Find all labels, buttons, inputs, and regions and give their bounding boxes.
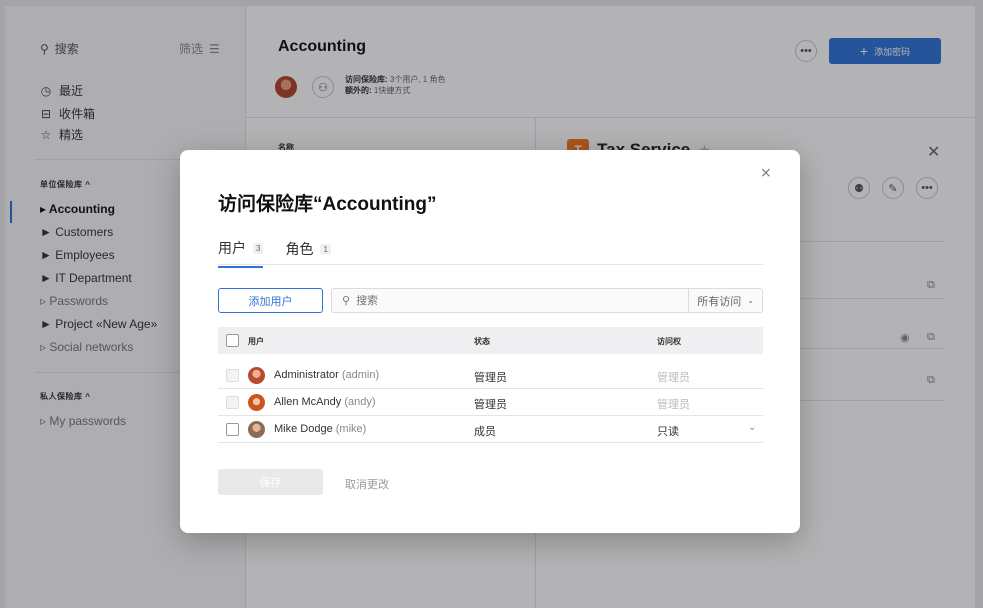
tab-roles-count: 1 xyxy=(320,243,331,255)
user-search-input[interactable] xyxy=(356,294,687,307)
users-table-header: 用户 状态 访问权 xyxy=(218,327,763,354)
user-status: 管理员 xyxy=(474,399,507,411)
user-name: Administrator xyxy=(274,369,339,381)
cancel-changes-button[interactable]: 取消更改 xyxy=(345,476,389,492)
column-user: 用户 xyxy=(248,337,264,346)
user-login: (andy) xyxy=(344,396,376,408)
row-checkbox[interactable] xyxy=(226,423,239,436)
avatar xyxy=(248,421,265,438)
user-name: Mike Dodge xyxy=(274,423,333,435)
table-row: Allen McAndy (andy) 管理员 管理员 xyxy=(218,389,763,416)
tabs-divider xyxy=(218,264,763,265)
add-user-button[interactable]: 添加用户 xyxy=(218,288,323,313)
column-access: 访问权 xyxy=(657,337,681,346)
access-filter-label: 所有访问 xyxy=(697,295,742,308)
user-login: (mike) xyxy=(335,423,367,435)
dialog-title: 访问保险库“Accounting” xyxy=(218,194,437,215)
tab-roles-label: 角色 xyxy=(285,241,314,257)
vault-access-dialog: ⨯ 访问保险库“Accounting” 用户 3 角色 1 添加用户 ⚲ 所有访… xyxy=(180,150,800,533)
user-status: 管理员 xyxy=(474,372,507,384)
table-row: Mike Dodge (mike) 成员 只读 ⌄ xyxy=(218,416,763,443)
chevron-down-icon[interactable]: ⌄ xyxy=(748,422,756,433)
table-row: Administrator (admin) 管理员 管理员 xyxy=(218,362,763,389)
row-checkbox[interactable] xyxy=(226,369,239,382)
access-filter-dropdown[interactable]: 所有访问 ⌄ xyxy=(688,289,762,312)
user-status: 成员 xyxy=(474,426,496,438)
tab-users-label: 用户 xyxy=(218,240,246,256)
close-icon[interactable]: ⨯ xyxy=(760,164,772,181)
chevron-down-icon: ⌄ xyxy=(747,296,754,305)
select-all-checkbox[interactable] xyxy=(226,334,239,347)
column-status: 状态 xyxy=(474,337,490,346)
user-access: 管理员 xyxy=(657,399,690,411)
tab-users-count: 3 xyxy=(253,242,264,254)
avatar xyxy=(248,394,265,411)
user-name: Allen McAndy xyxy=(274,396,342,408)
user-search: ⚲ 所有访问 ⌄ xyxy=(331,288,763,313)
user-access-select[interactable]: 只读 xyxy=(657,423,679,439)
user-access: 管理员 xyxy=(657,372,690,384)
search-icon: ⚲ xyxy=(342,295,351,307)
user-login: (admin) xyxy=(341,369,380,381)
row-checkbox[interactable] xyxy=(226,396,239,409)
avatar xyxy=(248,367,265,384)
save-button[interactable]: 保存 xyxy=(218,469,323,495)
